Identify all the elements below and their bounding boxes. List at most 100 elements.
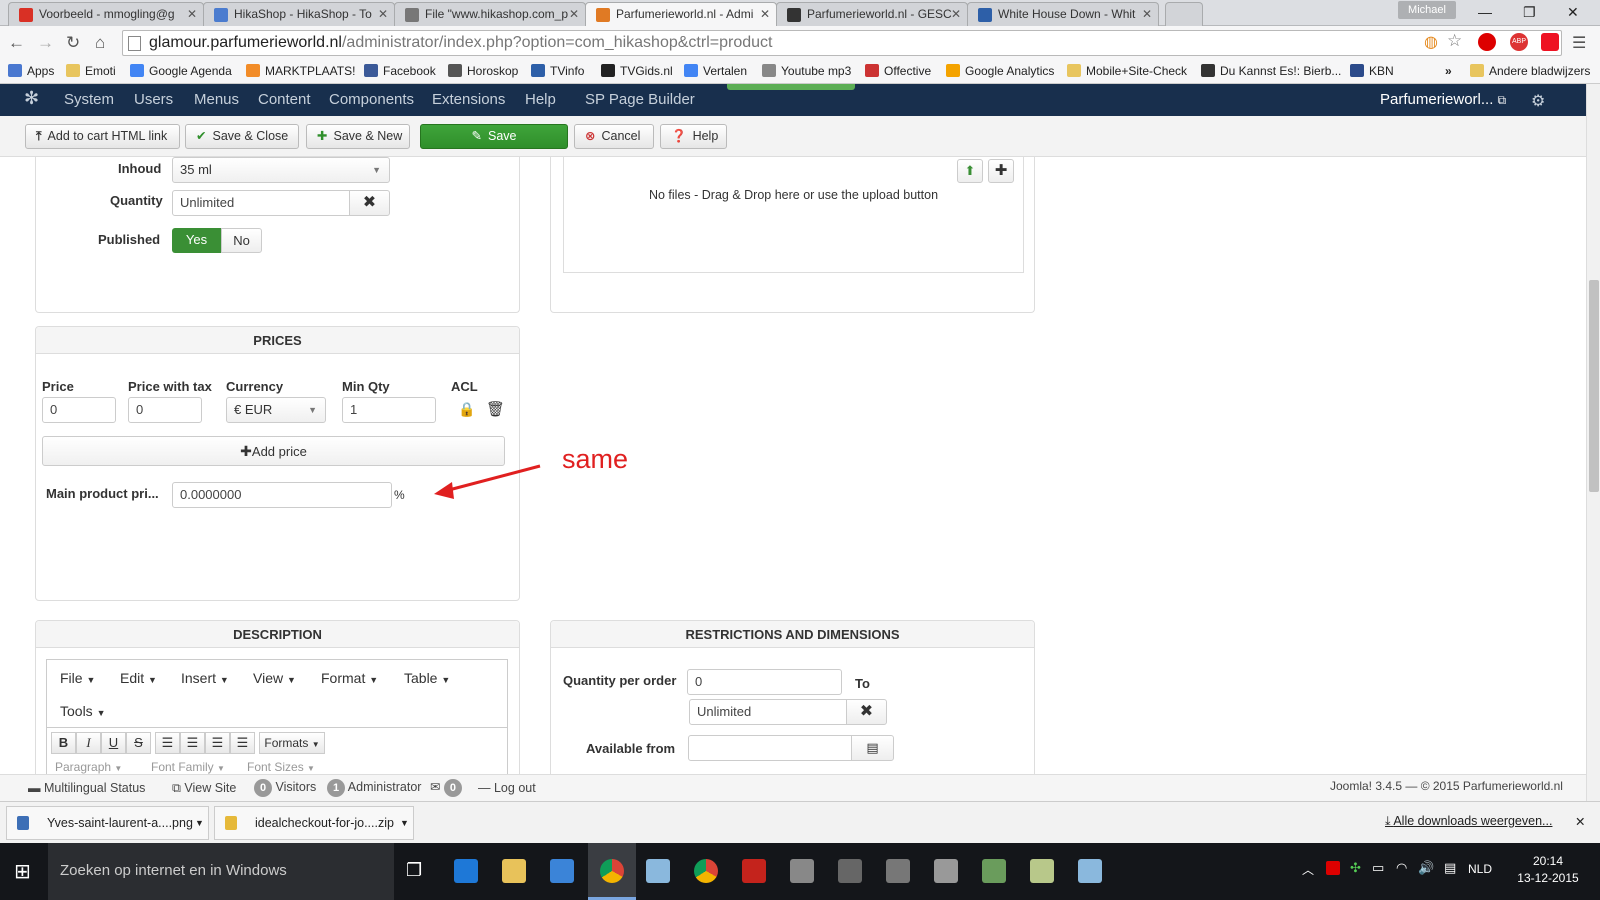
align-right-button[interactable]: ☰	[205, 732, 230, 754]
view-site-link[interactable]: ⧉ View Site	[172, 781, 236, 796]
clock-time[interactable]: 20:14	[1518, 854, 1578, 868]
multilingual-status-link[interactable]: ▬ Multilingual Status	[28, 781, 145, 795]
browser-tab[interactable]: HikaShop - HikaShop - To ✕	[203, 2, 395, 26]
available-from-input[interactable]	[688, 735, 852, 761]
extension-icon[interactable]	[1478, 33, 1496, 51]
bookmark-apps[interactable]: Apps	[8, 64, 54, 78]
caret-down-icon[interactable]: ▼	[400, 807, 409, 839]
language-indicator[interactable]: NLD	[1468, 862, 1492, 876]
bookmark[interactable]: TVinfo	[531, 64, 584, 78]
price-input[interactable]: 0	[42, 397, 116, 423]
clear-quantity-button[interactable]: ✖	[349, 190, 390, 216]
app-icon[interactable]	[838, 859, 862, 883]
reload-icon[interactable]: ↻	[66, 33, 80, 53]
bookmark[interactable]: Vertalen	[684, 64, 747, 78]
app-icon[interactable]	[1030, 859, 1054, 883]
bookmark-folder[interactable]: Andere bladwijzers	[1470, 64, 1590, 78]
profile-button[interactable]: Michael	[1398, 1, 1456, 19]
font-sizes-select[interactable]: Font Sizes ▼	[247, 760, 315, 774]
editor-menu-tools[interactable]: Tools ▼	[60, 703, 106, 719]
calculator-icon[interactable]	[790, 859, 814, 883]
battery-icon[interactable]: ▭	[1372, 860, 1384, 876]
published-no-button[interactable]: No	[221, 228, 262, 253]
nav-help[interactable]: Help	[525, 91, 556, 108]
download-item[interactable]: idealcheckout-for-jo....zip ▼	[214, 806, 414, 840]
paragraph-select[interactable]: Paragraph ▼	[55, 760, 122, 774]
align-center-button[interactable]: ☰	[180, 732, 205, 754]
restore-icon[interactable]: ❐	[1523, 4, 1536, 21]
clock-date[interactable]: 13-12-2015	[1512, 871, 1584, 885]
bookmark-star-icon[interactable]: ☆	[1447, 31, 1462, 51]
caret-down-icon[interactable]: ▼	[195, 807, 204, 839]
messages-status[interactable]: ✉ 0	[430, 779, 462, 797]
page-scrollbar[interactable]	[1586, 84, 1600, 801]
more-bookmarks-icon[interactable]: »	[1445, 64, 1452, 78]
minimize-icon[interactable]: —	[1478, 4, 1492, 20]
notifications-icon[interactable]: ▤	[1444, 860, 1456, 876]
site-name-link[interactable]: Parfumerieworl... ⧉	[1380, 91, 1506, 108]
cookie-icon[interactable]: ◍	[1424, 32, 1438, 52]
volume-icon[interactable]: 🔊	[1418, 860, 1434, 876]
save-new-button[interactable]: ✚ Save & New	[306, 124, 410, 149]
edge-icon[interactable]	[454, 859, 478, 883]
filezilla-icon[interactable]	[742, 859, 766, 883]
bold-button[interactable]: B	[51, 732, 76, 754]
qty-min-input[interactable]: 0	[687, 669, 842, 695]
close-downloads-icon[interactable]: ✕	[1575, 814, 1585, 829]
close-tab-icon[interactable]: ✕	[760, 7, 770, 21]
underline-button[interactable]: U	[101, 732, 126, 754]
inhoud-select[interactable]: 35 ml ▼	[172, 157, 390, 183]
help-button[interactable]: ❓ Help	[660, 124, 727, 149]
app-icon[interactable]	[934, 859, 958, 883]
bookmark[interactable]: Du Kannst Es!: Bierb...	[1201, 64, 1341, 78]
bookmark[interactable]: MARKTPLAATS!	[246, 64, 355, 78]
editor-menu-view[interactable]: View ▼	[253, 670, 296, 686]
tray-chevron-icon[interactable]: ︿	[1302, 861, 1314, 878]
people-icon[interactable]	[982, 859, 1006, 883]
wifi-icon[interactable]: ◠	[1396, 860, 1407, 876]
tray-network-icon[interactable]: ✣	[1350, 860, 1361, 876]
editor-menu-format[interactable]: Format ▼	[321, 670, 378, 686]
bookmark-folder[interactable]: Mobile+Site-Check	[1067, 64, 1187, 78]
nav-content[interactable]: Content	[258, 91, 311, 108]
bookmark[interactable]: TVGids.nl	[601, 64, 673, 78]
bookmark[interactable]: KBN	[1350, 64, 1394, 78]
clear-qty-max-button[interactable]: ✖	[846, 699, 887, 725]
bookmark[interactable]: Horoskop	[448, 64, 518, 78]
upload-button[interactable]: ⬆	[957, 159, 983, 183]
tray-app-icon[interactable]	[1326, 861, 1340, 875]
main-product-price-input[interactable]: 0.0000000	[172, 482, 392, 508]
bookmark[interactable]: Facebook	[364, 64, 436, 78]
menu-icon[interactable]: ☰	[1572, 33, 1586, 53]
adblock-icon[interactable]: ABP	[1510, 33, 1528, 51]
windows-start-icon[interactable]: ⊞	[14, 859, 31, 884]
browser-tab[interactable]: File "www.hikashop.com_p ✕	[394, 2, 586, 26]
nav-system[interactable]: System	[64, 91, 114, 108]
quantity-input[interactable]: Unlimited	[172, 190, 350, 216]
calendar-button[interactable]: ▤	[851, 735, 894, 761]
strikethrough-button[interactable]: S	[126, 732, 151, 754]
editor-menu-insert[interactable]: Insert ▼	[181, 670, 229, 686]
taskbar-chrome-active[interactable]	[588, 843, 636, 900]
back-icon[interactable]: ←	[8, 33, 25, 53]
app-icon[interactable]	[646, 859, 670, 883]
italic-button[interactable]: I	[76, 732, 101, 754]
file-dropzone[interactable]: No files - Drag & Drop here or use the u…	[563, 157, 1024, 273]
task-view-icon[interactable]: ❐	[406, 860, 422, 881]
chrome-icon[interactable]	[694, 859, 718, 883]
bookmark-folder[interactable]: Emoti	[66, 64, 116, 78]
min-qty-input[interactable]: 1	[342, 397, 436, 423]
show-all-downloads-link[interactable]: ⤓ Alle downloads weergeven...	[1385, 814, 1552, 829]
bookmark[interactable]: Google Analytics	[946, 64, 1054, 78]
close-tab-icon[interactable]: ✕	[951, 7, 961, 21]
published-yes-button[interactable]: Yes	[172, 228, 221, 253]
qty-max-input[interactable]: Unlimited	[689, 699, 847, 725]
font-family-select[interactable]: Font Family ▼	[151, 760, 225, 774]
close-tab-icon[interactable]: ✕	[1142, 7, 1152, 21]
cancel-button[interactable]: ⊗ Cancel	[574, 124, 654, 149]
app-icon[interactable]	[886, 859, 910, 883]
nav-sp-page-builder[interactable]: SP Page Builder	[585, 91, 695, 108]
administrator-status[interactable]: 1 Administrator	[327, 779, 421, 797]
lock-icon[interactable]: 🔒	[458, 401, 475, 418]
currency-select[interactable]: € EUR ▼	[226, 397, 326, 423]
